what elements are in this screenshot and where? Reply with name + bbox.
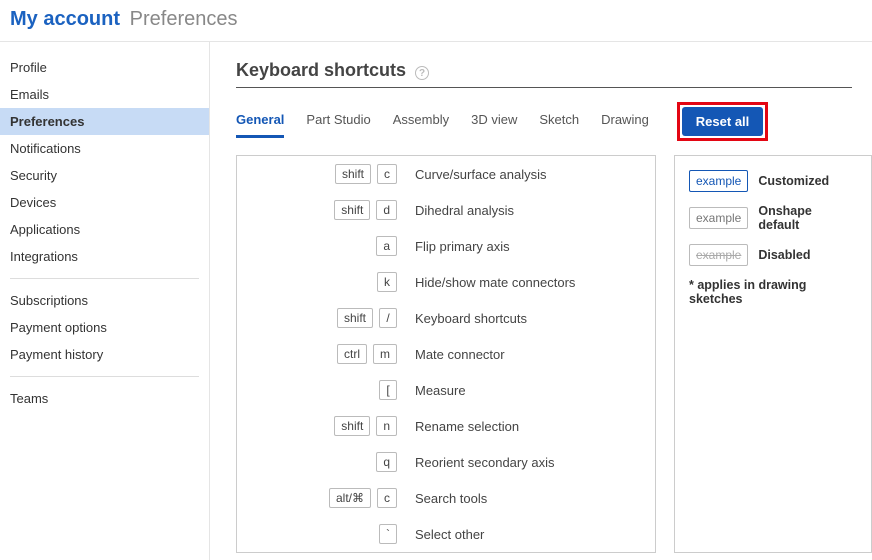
key: k: [377, 272, 397, 292]
tabs: General Part Studio Assembly 3D view Sketch D…: [236, 106, 649, 138]
key: c: [377, 164, 397, 184]
shortcut-row[interactable]: ctrlm Mate connector: [237, 336, 655, 372]
shortcut-desc: Mate connector: [415, 347, 505, 362]
key: [: [379, 380, 397, 400]
key: a: [376, 236, 397, 256]
sidebar-item-payment-options[interactable]: Payment options: [0, 314, 209, 341]
sidebar-item-emails[interactable]: Emails: [0, 81, 209, 108]
shortcut-keys: [: [247, 380, 397, 400]
section-title: Keyboard shortcuts ?: [236, 60, 852, 88]
shortcut-desc: Keyboard shortcuts: [415, 311, 527, 326]
legend-key-customized: example: [689, 170, 748, 192]
help-icon[interactable]: ?: [415, 66, 429, 80]
tab-drawing[interactable]: Drawing: [601, 106, 649, 138]
legend-key-default: example: [689, 207, 748, 229]
sidebar-item-profile[interactable]: Profile: [0, 54, 209, 81]
shortcut-row[interactable]: shift / Keyboard shortcuts: [237, 300, 655, 336]
shortcut-keys: `: [247, 524, 397, 544]
legend-label-disabled: Disabled: [758, 248, 810, 262]
shortcut-row[interactable]: k Hide/show mate connectors: [237, 264, 655, 300]
shortcut-desc: Flip primary axis: [415, 239, 510, 254]
key: c: [377, 488, 397, 508]
sidebar-item-teams[interactable]: Teams: [0, 385, 209, 412]
shortcut-desc: Curve/surface analysis: [415, 167, 547, 182]
shortcut-desc: Reorient secondary axis: [415, 455, 554, 470]
shortcut-keys: alt/⌘ c: [247, 488, 397, 508]
tab-sketch[interactable]: Sketch: [539, 106, 579, 138]
shortcut-desc: Hide/show mate connectors: [415, 275, 575, 290]
tab-part-studio[interactable]: Part Studio: [306, 106, 370, 138]
key: /: [379, 308, 397, 328]
shortcut-keys: shiftc: [247, 164, 397, 184]
header-main[interactable]: My account: [10, 8, 120, 30]
key: ctrl: [337, 344, 367, 364]
shortcut-row[interactable]: ` Select other: [237, 516, 655, 552]
key: q: [376, 452, 397, 472]
shortcut-row[interactable]: shiftd Dihedral analysis: [237, 192, 655, 228]
shortcut-keys: a: [247, 236, 397, 256]
section-title-text: Keyboard shortcuts: [236, 60, 406, 80]
key: shift: [337, 308, 373, 328]
tab-general[interactable]: General: [236, 106, 284, 138]
shortcut-row[interactable]: shiftc Curve/surface analysis: [237, 156, 655, 192]
legend-label-default: Onshape default: [758, 204, 853, 232]
shortcut-desc: Search tools: [415, 491, 487, 506]
sidebar-item-notifications[interactable]: Notifications: [0, 135, 209, 162]
page-header: My account Preferences: [0, 0, 872, 42]
shortcut-row[interactable]: alt/⌘ c Search tools: [237, 480, 655, 516]
key: shift: [334, 416, 370, 436]
shortcut-desc: Measure: [415, 383, 466, 398]
shortcut-keys: q: [247, 452, 397, 472]
tab-3d-view[interactable]: 3D view: [471, 106, 517, 138]
legend-note-text: * applies in drawing sketches: [689, 278, 853, 306]
sidebar-item-subscriptions[interactable]: Subscriptions: [0, 287, 209, 314]
key: shift: [334, 200, 370, 220]
shortcut-keys: shift /: [247, 308, 397, 328]
header-sub: Preferences: [130, 8, 238, 30]
sidebar-item-devices[interactable]: Devices: [0, 189, 209, 216]
sidebar-separator: [10, 376, 199, 377]
legend-default: example Onshape default: [689, 204, 853, 232]
legend-disabled: example Disabled: [689, 244, 853, 266]
shortcut-row[interactable]: shiftn Rename selection: [237, 408, 655, 444]
reset-all-button[interactable]: Reset all: [682, 107, 763, 136]
shortcut-keys: ctrlm: [247, 344, 397, 364]
key: `: [379, 524, 397, 544]
sidebar-item-applications[interactable]: Applications: [0, 216, 209, 243]
legend-panel: example Customized example Onshape defau…: [674, 155, 872, 553]
sidebar-item-preferences[interactable]: Preferences: [0, 108, 209, 135]
shortcut-desc: Select other: [415, 527, 484, 542]
content-area: Keyboard shortcuts ? General Part Studio A…: [210, 42, 872, 560]
sidebar: ProfileEmailsPreferencesNotificationsSec…: [0, 42, 210, 560]
shortcut-desc: Rename selection: [415, 419, 519, 434]
legend-key-disabled: example: [689, 244, 748, 266]
sidebar-item-security[interactable]: Security: [0, 162, 209, 189]
shortcut-keys: shiftd: [247, 200, 397, 220]
shortcut-keys: k: [247, 272, 397, 292]
key: shift: [335, 164, 371, 184]
sidebar-item-payment-history[interactable]: Payment history: [0, 341, 209, 368]
shortcut-desc: Dihedral analysis: [415, 203, 514, 218]
sidebar-separator: [10, 278, 199, 279]
reset-highlight: Reset all: [677, 102, 768, 141]
legend-customized: example Customized: [689, 170, 853, 192]
shortcut-row[interactable]: q Reorient secondary axis: [237, 444, 655, 480]
key: n: [376, 416, 397, 436]
shortcut-row[interactable]: [ Measure: [237, 372, 655, 408]
sidebar-item-integrations[interactable]: Integrations: [0, 243, 209, 270]
tab-assembly[interactable]: Assembly: [393, 106, 449, 138]
shortcut-keys: shiftn: [247, 416, 397, 436]
key: alt/⌘: [329, 488, 371, 508]
key: d: [376, 200, 397, 220]
shortcut-row[interactable]: alt/⌘tTab manager: [237, 552, 655, 553]
legend-note: * applies in drawing sketches: [689, 278, 853, 306]
shortcut-row[interactable]: a Flip primary axis: [237, 228, 655, 264]
key: m: [373, 344, 397, 364]
shortcut-list[interactable]: shiftcCurve/surface analysisshiftdDihedr…: [236, 155, 656, 553]
legend-label-customized: Customized: [758, 174, 829, 188]
